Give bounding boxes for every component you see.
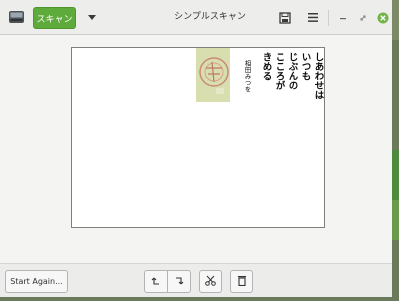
scissors-icon (205, 275, 216, 288)
rotate-right-icon (174, 276, 184, 288)
desktop-background (392, 0, 399, 297)
scanned-image: しあわせは いつも じぶんの こころが きめる 相田みつを (196, 48, 325, 102)
poem-text: しあわせはいつもじぶんのこころがきめる 相田みつを (243, 52, 325, 100)
action-bar: Start Again... (0, 263, 392, 297)
window-title: シンプルスキャン (174, 12, 246, 22)
header-bar: スキャン シンプルスキャン (0, 0, 392, 35)
crop-button[interactable] (199, 270, 222, 293)
restore-icon[interactable] (354, 9, 371, 26)
scanned-page[interactable]: しあわせは いつも じぶんの こころが きめる 相田みつを (71, 47, 325, 228)
hamburger-menu-icon[interactable] (304, 9, 321, 26)
rotate-right-button[interactable] (167, 270, 191, 293)
minimize-icon[interactable] (334, 9, 351, 26)
scan-preview-area: しあわせは いつも じぶんの こころが きめる 相田みつを (0, 35, 392, 263)
header-separator (328, 10, 329, 26)
poem-line: きめる (261, 52, 273, 81)
delete-button[interactable] (230, 270, 253, 293)
poem-line: いつも (300, 52, 312, 81)
stamp-image (196, 48, 230, 102)
poem-line: しあわせは (313, 52, 325, 100)
simple-scan-window: スキャン シンプルスキャン しあわせは いつも じぶんの こころが きめる 相田… (0, 0, 392, 297)
rotate-left-button[interactable] (144, 270, 168, 293)
trash-icon (237, 275, 247, 288)
poem-line: じぶんの (287, 52, 300, 90)
scanner-icon[interactable] (8, 9, 25, 26)
triangle-down-icon[interactable] (84, 10, 100, 26)
rotate-left-icon (151, 276, 161, 288)
poem-signature: 相田みつを (243, 59, 251, 93)
scan-button[interactable]: スキャン (33, 7, 76, 29)
poem-line: こころが (274, 52, 286, 91)
close-icon[interactable] (374, 9, 391, 26)
start-again-button[interactable]: Start Again... (5, 270, 68, 293)
save-icon[interactable] (276, 9, 293, 26)
